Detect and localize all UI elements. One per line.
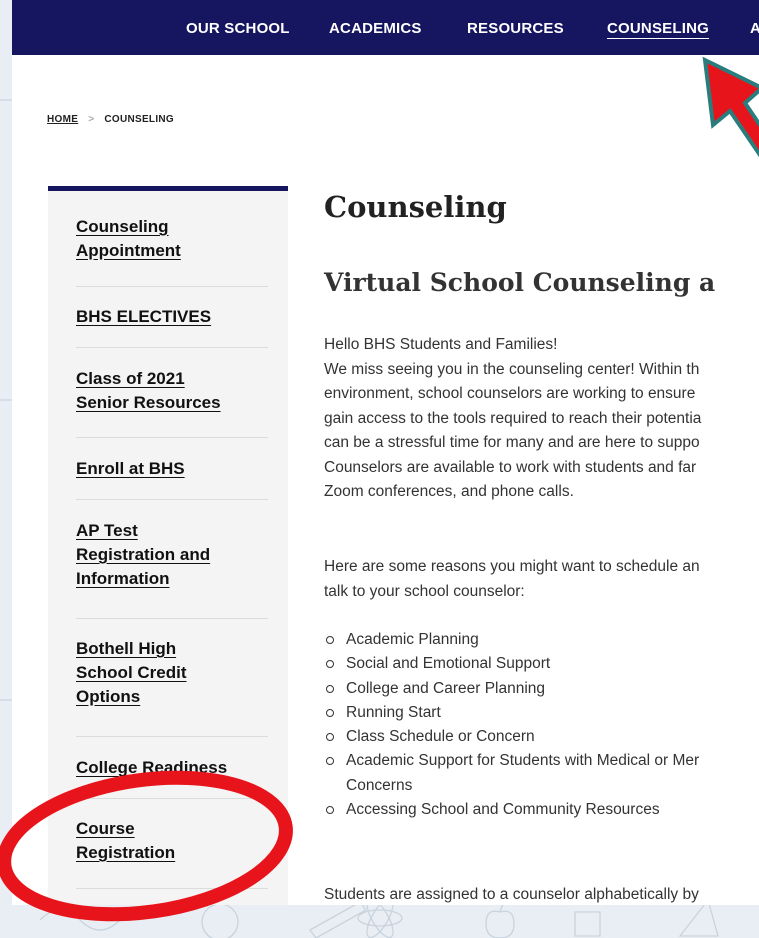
bullet-icon xyxy=(326,636,334,644)
sidebar-item-label: Class of 2021 xyxy=(76,369,185,388)
sidebar-item-course-registration[interactable]: Course Registration xyxy=(76,817,268,865)
breadcrumb-home-link[interactable]: HOME xyxy=(47,114,78,125)
swirl-doodle-icon xyxy=(39,909,121,931)
sidebar-divider xyxy=(76,618,268,619)
list-item: Social and Emotional Support xyxy=(324,652,699,676)
sidebar-item-label: Options xyxy=(76,687,141,706)
list-item: Running Start xyxy=(324,701,699,725)
sidebar-item-credit-options[interactable]: Bothell High School Credit Options xyxy=(76,637,268,709)
intro-paragraph: Hello BHS Students and Families! We miss… xyxy=(324,333,701,505)
webpage: OUR SCHOOL ACADEMICS RESOURCES COUNSELIN… xyxy=(12,0,759,905)
bullet-icon xyxy=(326,733,334,742)
sidebar-divider xyxy=(76,347,268,348)
sidebar-item-label: Registration xyxy=(76,843,176,862)
sidebar-item-enroll-at-bhs[interactable]: Enroll at BHS xyxy=(76,457,268,481)
lines-doodle-icon xyxy=(0,99,12,701)
text-line: Here are some reasons you might want to … xyxy=(324,558,700,575)
bullet-icon xyxy=(326,757,334,766)
sidebar-item-ap-test[interactable]: AP Test Registration and Information xyxy=(76,519,268,591)
assignment-text: Students are assigned to a counselor alp… xyxy=(324,886,699,903)
sidebar-item-label: BHS ELECTIVES xyxy=(76,307,212,326)
list-item: Academic Support for Students with Medic… xyxy=(324,749,699,798)
bullet-icon xyxy=(326,806,334,815)
sidebar-item-label: Enroll at BHS xyxy=(76,459,185,478)
sidebar-item-class-of-2021[interactable]: Class of 2021 Senior Resources xyxy=(76,367,268,415)
bullet-icon xyxy=(326,660,334,669)
sidebar-divider xyxy=(76,736,268,737)
nav-item-resources[interactable]: RESOURCES xyxy=(467,20,564,37)
text-line: gain access to the tools required to rea… xyxy=(324,409,702,427)
text-line: talk to your school counselor: xyxy=(324,582,525,600)
list-item: Accessing School and Community Resources xyxy=(324,798,699,822)
sidebar-item-label: Bothell High xyxy=(76,639,177,658)
sidebar-item-label: Registration and xyxy=(76,545,211,564)
triangle-doodle-icon xyxy=(678,898,719,937)
sidebar-menu: Counseling Appointment BHS ELECTIVES Cla… xyxy=(48,186,288,905)
sidebar-item-label: Counseling xyxy=(76,217,169,236)
sidebar-item-label: Course xyxy=(76,819,135,838)
apple-doodle-icon xyxy=(485,901,515,938)
text-line: environment, school counselors are worki… xyxy=(324,385,696,402)
breadcrumb: HOME > COUNSELING xyxy=(47,114,174,125)
nav-item-our-school[interactable]: OUR SCHOOL xyxy=(186,20,290,37)
reasons-intro-paragraph: Here are some reasons you might want to … xyxy=(324,555,700,604)
bullet-icon xyxy=(326,684,334,693)
sidebar-divider xyxy=(76,798,268,799)
list-item: College and Career Planning xyxy=(324,677,699,701)
bullet-icon xyxy=(326,708,334,717)
sidebar-item-counseling-appointment[interactable]: Counseling Appointment xyxy=(76,215,268,263)
text-line: Zoom conferences, and phone calls. xyxy=(324,483,574,500)
sidebar-item-label: AP Test xyxy=(76,521,138,540)
list-item: Academic Planning xyxy=(324,628,699,652)
breadcrumb-current: COUNSELING xyxy=(104,114,175,125)
sidebar-item-bhs-electives[interactable]: BHS ELECTIVES xyxy=(76,305,268,329)
text-line: We miss seeing you in the counseling cen… xyxy=(324,360,700,378)
text-line: Hello BHS Students and Families! xyxy=(324,336,558,353)
pencil-doodle-icon xyxy=(309,901,367,938)
sidebar-item-college-readiness[interactable]: College Readiness xyxy=(76,756,268,780)
list-item: Class Schedule or Concern xyxy=(324,725,699,749)
sidebar-divider xyxy=(76,286,268,287)
sidebar-divider xyxy=(76,888,268,889)
top-navigation-bar: OUR SCHOOL ACADEMICS RESOURCES COUNSELIN… xyxy=(12,0,759,55)
text-line: Counselors are available to work with st… xyxy=(324,458,697,476)
sidebar-item-label: Appointment xyxy=(76,241,181,260)
breadcrumb-separator: > xyxy=(88,114,95,125)
sidebar-item-label: Information xyxy=(76,569,170,588)
block-doodle-icon xyxy=(574,911,601,937)
sidebar-divider xyxy=(76,499,268,500)
ball-doodle-icon xyxy=(201,903,239,938)
sidebar-divider xyxy=(76,437,268,438)
nav-item-truncated[interactable]: A xyxy=(750,20,759,37)
reasons-list: Academic Planning Social and Emotional S… xyxy=(324,628,699,822)
nav-item-counseling[interactable]: COUNSELING xyxy=(607,20,709,37)
text-line: can be a stressful time for many and are… xyxy=(324,434,700,451)
sidebar-item-label: Senior Resources xyxy=(76,393,221,412)
page-subtitle: Virtual School Counseling a xyxy=(324,268,716,297)
page-title: Counseling xyxy=(324,190,507,224)
nav-item-academics[interactable]: ACADEMICS xyxy=(329,20,422,37)
sidebar-item-label: School Credit xyxy=(76,663,187,682)
sidebar-item-label: College Readiness xyxy=(76,758,228,777)
